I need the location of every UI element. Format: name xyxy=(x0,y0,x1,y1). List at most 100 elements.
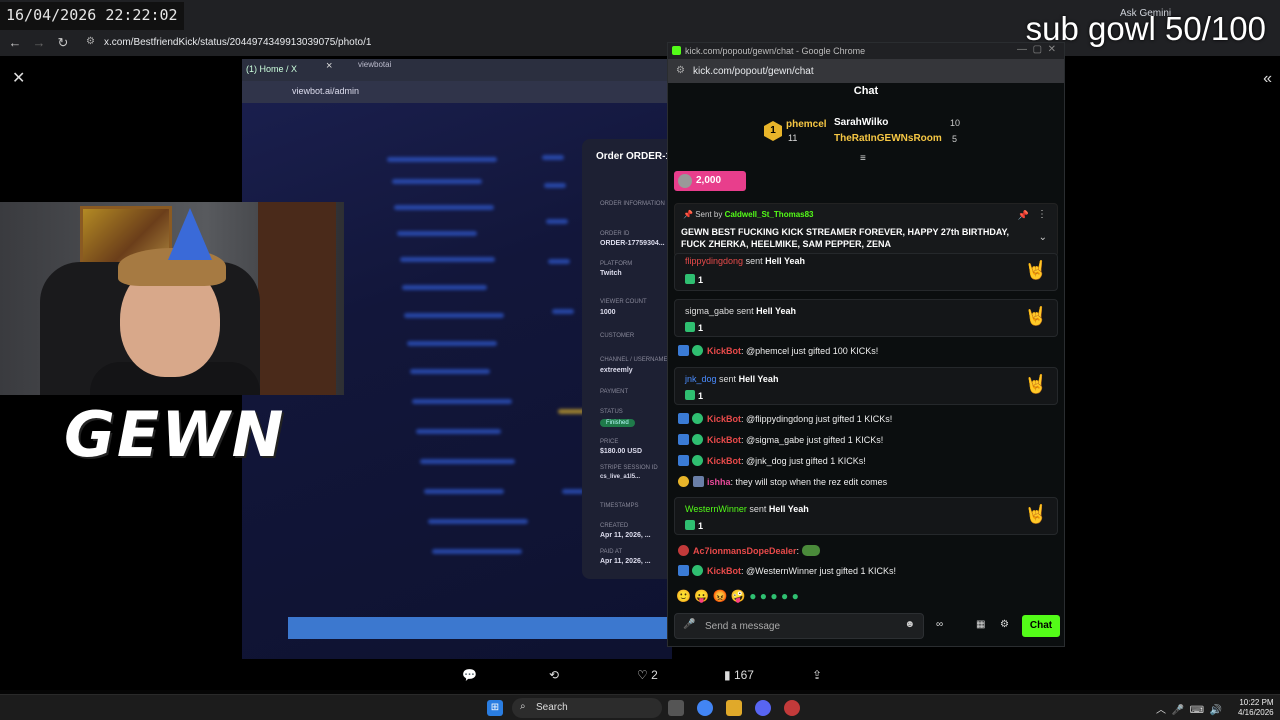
pin-icon[interactable]: 📌 xyxy=(1018,210,1029,221)
chat-text: : @flippydingdong just gifted 1 KICKs! xyxy=(741,414,893,424)
kicks-pill[interactable]: 2,000 xyxy=(674,171,746,191)
emote-icon[interactable]: ● xyxy=(770,589,777,603)
chat-url[interactable]: kick.com/popout/gewn/chat xyxy=(693,66,814,77)
photo-tab-bar: (1) Home / X × viewbotai xyxy=(242,59,672,81)
chat-username[interactable]: KickBot xyxy=(707,456,741,466)
close-icon[interactable]: ✕ xyxy=(12,68,25,88)
window-controls[interactable]: — ▢ ✕ xyxy=(1017,44,1056,55)
gift-count: 1 xyxy=(685,274,703,285)
leaderboard-entry-name[interactable]: SarahWilko xyxy=(834,117,888,128)
gift-count-value: 1 xyxy=(698,323,704,333)
gift-card-line: flippydingdong sent Hell Yeah xyxy=(685,256,805,266)
blurred-row xyxy=(544,183,566,188)
leaderboard-first-name[interactable]: phemcel xyxy=(786,119,827,130)
emoji-icon[interactable]: ☻ xyxy=(904,619,915,630)
blurred-row xyxy=(548,259,570,264)
gear-icon[interactable]: ⚙ xyxy=(1000,619,1009,630)
order-field-value: cs_live_a1I5... xyxy=(600,474,641,480)
order-field-label: CHANNEL / USERNAME xyxy=(600,357,668,363)
rank-badge: 1 xyxy=(764,121,782,141)
chat-username[interactable]: KickBot xyxy=(707,414,741,424)
taskbar-clock[interactable]: 10:22 PM 4/16/2026 xyxy=(1238,698,1274,718)
leaderboard-entry-name[interactable]: TheRatInGEWNsRoom xyxy=(834,133,942,144)
gift-user[interactable]: jnk_dog xyxy=(685,374,717,384)
emote-icon[interactable]: 😛 xyxy=(694,589,709,603)
order-field-label: STRIPE SESSION ID xyxy=(600,465,658,471)
collapse-icon[interactable]: ≡ xyxy=(860,153,866,164)
clock-date: 4/16/2026 xyxy=(1238,708,1274,717)
emote-icon[interactable]: ● xyxy=(792,589,799,603)
chat-text: : @jnk_dog just gifted 1 KICKs! xyxy=(741,456,866,466)
gift-action: sent xyxy=(749,504,767,514)
users-icon[interactable]: ∞ xyxy=(936,619,943,630)
back-icon[interactable]: ← xyxy=(6,34,24,52)
mic-icon[interactable]: 🎤 xyxy=(683,619,695,630)
order-field-label: PLATFORM xyxy=(600,261,633,267)
blurred-row xyxy=(387,157,497,162)
gift-name: Hell Yeah xyxy=(756,306,796,316)
chat-text: : @WesternWinner just gifted 1 KICKs! xyxy=(741,566,897,576)
like-button[interactable]: ♡ 2 xyxy=(637,668,658,682)
emote-icon[interactable]: 🤪 xyxy=(731,589,746,603)
chat-username[interactable]: KickBot xyxy=(707,346,741,356)
order-status-badge: Finished xyxy=(600,419,635,427)
file-explorer-icon[interactable] xyxy=(726,700,742,716)
app-icon[interactable] xyxy=(784,700,800,716)
party-hat xyxy=(168,208,212,260)
emote-icon[interactable]: 😡 xyxy=(713,589,728,603)
store-icon[interactable]: ▦ xyxy=(976,619,985,630)
order-title: Order ORDER-17... xyxy=(596,151,672,162)
discord-icon[interactable] xyxy=(755,700,771,716)
retweet-icon[interactable]: ⟲ xyxy=(549,668,559,682)
pinned-prefix: Sent by xyxy=(695,210,723,219)
blurred-row xyxy=(416,429,501,434)
gift-user[interactable]: sigma_gabe xyxy=(685,306,734,316)
emote-icon[interactable]: 🙂 xyxy=(676,589,691,603)
chrome-icon[interactable] xyxy=(697,700,713,716)
windows-start-icon[interactable]: ⊞ xyxy=(487,700,503,716)
gift-count: 1 xyxy=(685,390,703,401)
order-field-label: CREATED xyxy=(600,523,629,529)
site-info-icon[interactable]: ⚙ xyxy=(676,65,685,76)
chat-window-title: kick.com/popout/gewn/chat - Google Chrom… xyxy=(685,46,866,56)
chat-username[interactable]: Ac7ionmansDopeDealer xyxy=(693,546,797,556)
like-count: 2 xyxy=(651,668,658,682)
address-bar[interactable]: x.com/BestfriendKick/status/204497434991… xyxy=(104,37,371,48)
gift-card-line: WesternWinner sent Hell Yeah xyxy=(685,504,809,514)
task-view-icon[interactable] xyxy=(668,700,684,716)
message-input[interactable] xyxy=(705,615,895,637)
taskbar-search-label: Search xyxy=(536,702,568,713)
blurred-row xyxy=(407,341,497,346)
verified-badge-icon xyxy=(692,413,703,424)
reload-icon[interactable]: ↻ xyxy=(54,34,72,52)
share-icon[interactable]: ⇪ xyxy=(812,668,822,682)
gift-user[interactable]: WesternWinner xyxy=(685,504,747,514)
gift-user[interactable]: flippydingdong xyxy=(685,256,743,266)
pinned-text: GEWN BEST FUCKING KICK STREAMER FOREVER,… xyxy=(681,227,1010,249)
chat-username[interactable]: KickBot xyxy=(707,566,741,576)
reply-icon[interactable]: 💬 xyxy=(462,668,477,682)
forward-icon[interactable]: → xyxy=(30,34,48,52)
chat-username[interactable]: KickBot xyxy=(707,435,741,445)
emote-bar: 🙂 😛 😡 🤪 ● ● ● ● ● xyxy=(676,589,799,603)
chevron-down-icon[interactable]: ⌄ xyxy=(1039,232,1047,243)
collapse-panel-icon[interactable]: « xyxy=(1263,70,1272,88)
chat-message: Ac7ionmansDopeDealer: xyxy=(678,545,820,556)
gift-card: WesternWinner sent Hell Yeah 1 🤘 xyxy=(674,497,1058,535)
views-button[interactable]: ▮ 167 xyxy=(724,668,754,682)
chat-send-button[interactable]: Chat xyxy=(1022,615,1060,637)
site-info-icon[interactable]: ⚙ xyxy=(86,36,95,47)
chat-username[interactable]: ishha xyxy=(707,477,731,487)
blurred-row xyxy=(424,489,504,494)
emote-icon[interactable]: ● xyxy=(749,589,756,603)
photo-taskbar xyxy=(288,617,672,639)
leaderboard-entry-count: 5 xyxy=(952,134,958,144)
system-tray[interactable]: ︿ 🎤 ⌨ 🔊 xyxy=(1156,701,1222,716)
pinned-sender[interactable]: Caldwell_St_Thomas83 xyxy=(725,210,814,219)
more-icon[interactable]: ⋮ xyxy=(1037,209,1047,220)
emote-icon[interactable]: ● xyxy=(760,589,767,603)
emote-icon[interactable]: ● xyxy=(781,589,788,603)
chat-text: : xyxy=(796,546,800,556)
taskbar-search[interactable]: ⌕ Search xyxy=(512,698,662,718)
order-field-value: Apr 11, 2026, ... xyxy=(600,532,651,539)
